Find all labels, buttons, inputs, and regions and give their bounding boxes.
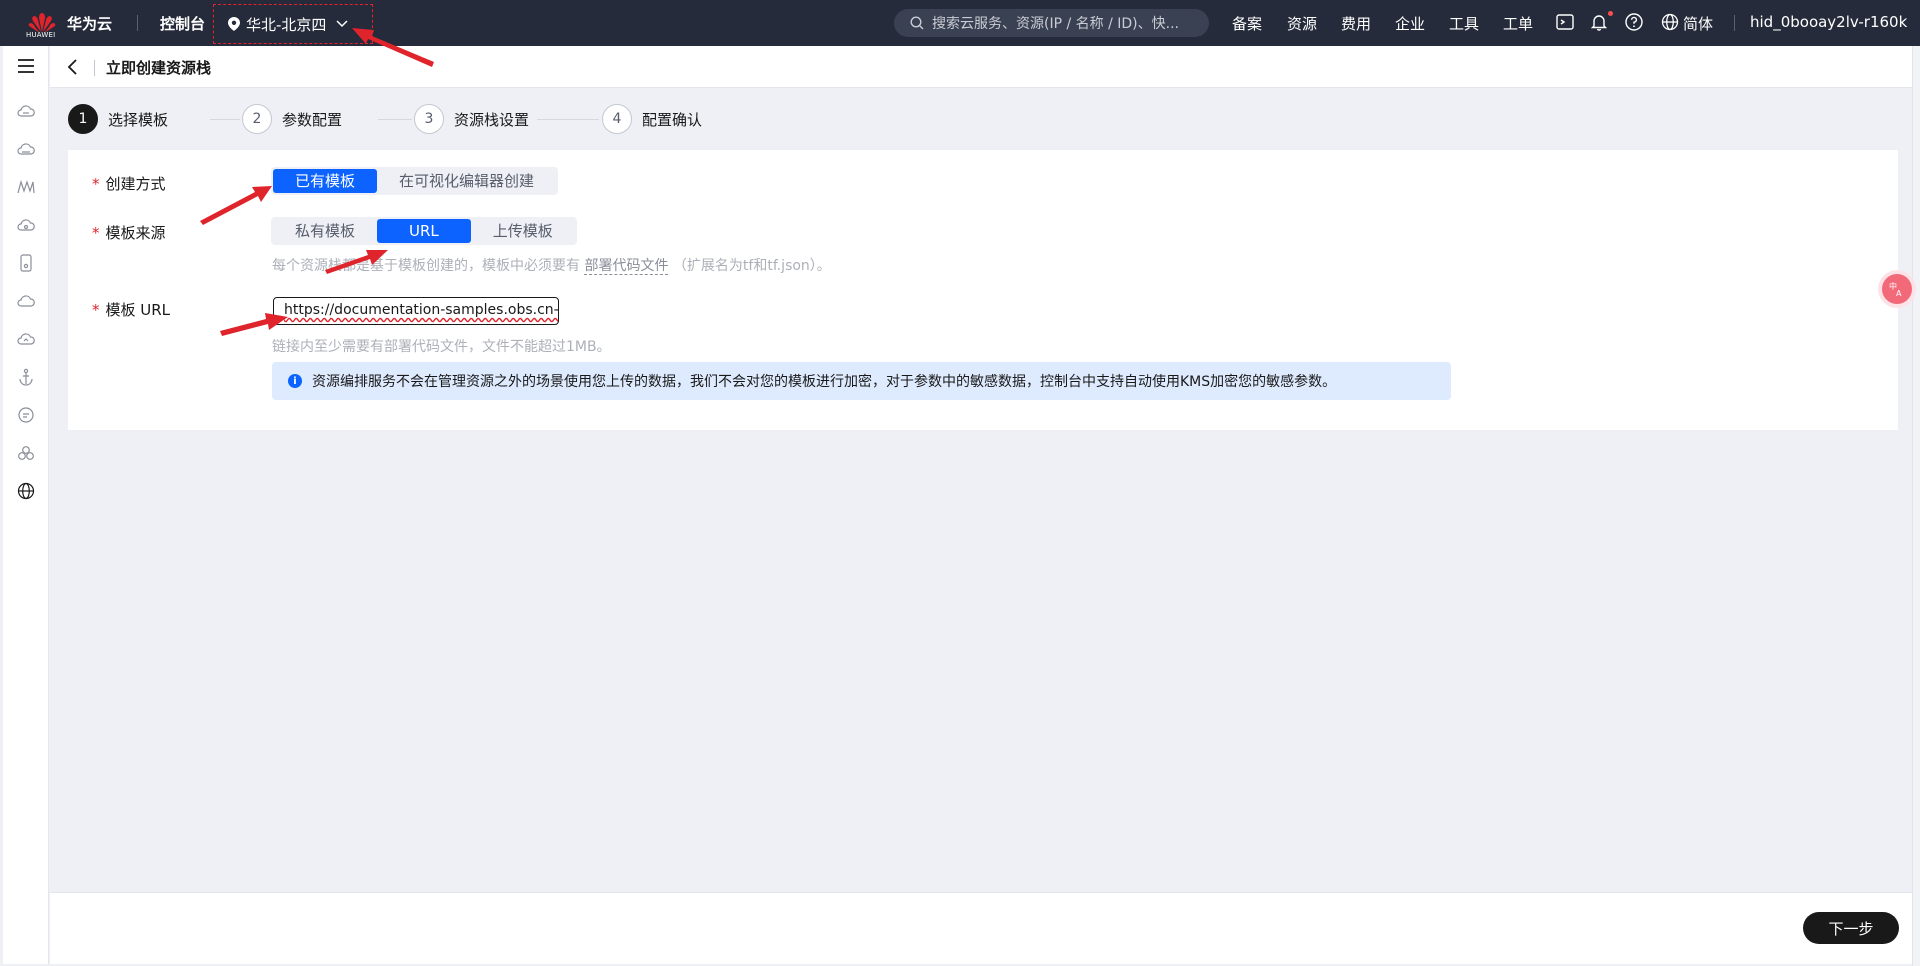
nav-enterprise[interactable]: 企业 — [1395, 13, 1425, 34]
info-icon: i — [288, 374, 302, 388]
user-account[interactable]: hid_0booay2lv-r160k — [1750, 13, 1907, 31]
step-select-template: 1 选择模板 — [68, 104, 168, 134]
deploy-code-file-link[interactable]: 部署代码文件 — [584, 258, 669, 275]
chevron-down-icon — [336, 20, 348, 28]
divider — [1734, 15, 1735, 31]
option-private-template[interactable]: 私有模板 — [273, 219, 377, 243]
translate-icon[interactable]: 中 A — [1882, 274, 1912, 304]
anchor-icon[interactable] — [16, 367, 36, 387]
brand-name[interactable]: 华为云 — [67, 13, 112, 34]
step-connector — [537, 119, 599, 120]
nav-resources[interactable]: 资源 — [1287, 13, 1317, 34]
cloud-server-icon[interactable] — [16, 101, 36, 121]
back-arrow-icon[interactable] — [64, 57, 82, 77]
cloud-icon[interactable] — [16, 291, 36, 311]
step-label: 资源栈设置 — [454, 110, 530, 129]
template-url-label: * 模板 URL — [92, 301, 171, 319]
annotation-overlay — [200, 28, 434, 336]
step-label: 配置确认 — [642, 110, 703, 129]
page-scrollbar[interactable] — [1912, 46, 1920, 966]
svg-text:A: A — [1896, 289, 1902, 298]
required-mark: * — [92, 175, 100, 193]
language-selector[interactable]: 简体 — [1683, 13, 1713, 34]
action-footer: 下一步 — [50, 892, 1912, 964]
menu-icon[interactable] — [16, 56, 36, 76]
cdn-icon[interactable] — [16, 177, 36, 197]
globe-icon[interactable] — [1660, 12, 1680, 32]
region-name: 华北-北京四 — [246, 15, 327, 34]
step-number: 3 — [414, 104, 444, 134]
nav-filing[interactable]: 备案 — [1232, 13, 1262, 34]
required-mark: * — [92, 224, 100, 242]
service-sidebar — [3, 46, 49, 964]
divider — [137, 15, 138, 31]
step-label: 选择模板 — [108, 110, 169, 129]
page-header: 立即创建资源栈 — [50, 46, 1912, 88]
console-link[interactable]: 控制台 — [160, 13, 205, 34]
next-step-button[interactable]: 下一步 — [1803, 912, 1899, 944]
notification-dot — [1608, 11, 1613, 16]
nav-tickets[interactable]: 工单 — [1503, 13, 1533, 34]
create-method-label: * 创建方式 — [92, 175, 166, 193]
option-visual-editor[interactable]: 在可视化编辑器创建 — [377, 169, 556, 193]
region-selector[interactable]: 华北-北京四 — [213, 4, 373, 44]
divider — [94, 60, 95, 76]
notice-text: 资源编排服务不会在管理资源之外的场景使用您上传的数据，我们不会对您的模板进行加密… — [312, 374, 1337, 390]
cloud-storage-icon[interactable] — [16, 139, 36, 159]
step-parameter-config: 2 参数配置 — [242, 104, 342, 134]
template-source-hint: 每个资源栈都是基于模板创建的，模板中必须要有 部署代码文件 （扩展名为tf和tf… — [272, 258, 831, 275]
step-confirm: 4 配置确认 — [602, 104, 702, 134]
cloud-backup-icon[interactable] — [16, 329, 36, 349]
option-existing-template[interactable]: 已有模板 — [273, 169, 378, 193]
message-icon[interactable] — [16, 405, 36, 425]
step-number: 2 — [242, 104, 272, 134]
cloud-network-icon[interactable] — [16, 215, 36, 235]
terminal-icon[interactable] — [1555, 12, 1575, 32]
option-upload-template[interactable]: 上传模板 — [471, 219, 575, 243]
location-pin-icon — [228, 17, 240, 31]
global-search-input[interactable]: 搜索云服务、资源(IP / 名称 / ID)、快... — [894, 9, 1209, 37]
help-icon[interactable] — [1624, 12, 1644, 32]
template-url-hint: 链接内至少需要有部署代码文件，文件不能超过1MB。 — [272, 339, 611, 355]
required-mark: * — [92, 301, 100, 319]
create-method-toggle: 已有模板 在可视化编辑器创建 — [271, 167, 559, 195]
option-url[interactable]: URL — [377, 219, 471, 243]
template-source-label: * 模板来源 — [92, 224, 166, 242]
search-icon — [910, 16, 924, 30]
search-placeholder: 搜索云服务、资源(IP / 名称 / ID)、快... — [932, 16, 1179, 32]
step-label: 参数配置 — [282, 110, 343, 129]
data-privacy-notice: i 资源编排服务不会在管理资源之外的场景使用您上传的数据，我们不会对您的模板进行… — [272, 362, 1451, 400]
template-url-input[interactable]: https://documentation-samples.obs.cn- — [273, 297, 559, 325]
step-number: 1 — [68, 104, 98, 134]
step-connector — [210, 119, 240, 120]
bell-icon[interactable] — [1589, 12, 1609, 32]
nav-billing[interactable]: 费用 — [1341, 13, 1371, 34]
template-source-toggle: 私有模板 URL 上传模板 — [271, 217, 577, 245]
step-stack-settings: 3 资源栈设置 — [414, 104, 529, 134]
page-title: 立即创建资源栈 — [106, 59, 212, 77]
database-icon[interactable] — [16, 253, 36, 273]
globe-icon[interactable] — [16, 481, 36, 501]
logo-text: HUAWEI — [26, 31, 56, 39]
cluster-icon[interactable] — [16, 443, 36, 463]
nav-tools[interactable]: 工具 — [1449, 13, 1479, 34]
step-connector — [378, 119, 412, 120]
top-navigation-bar: HUAWEI 华为云 控制台 华北-北京四 搜索云服务、资源(IP / 名称 /… — [0, 0, 1920, 46]
step-number: 4 — [602, 104, 632, 134]
